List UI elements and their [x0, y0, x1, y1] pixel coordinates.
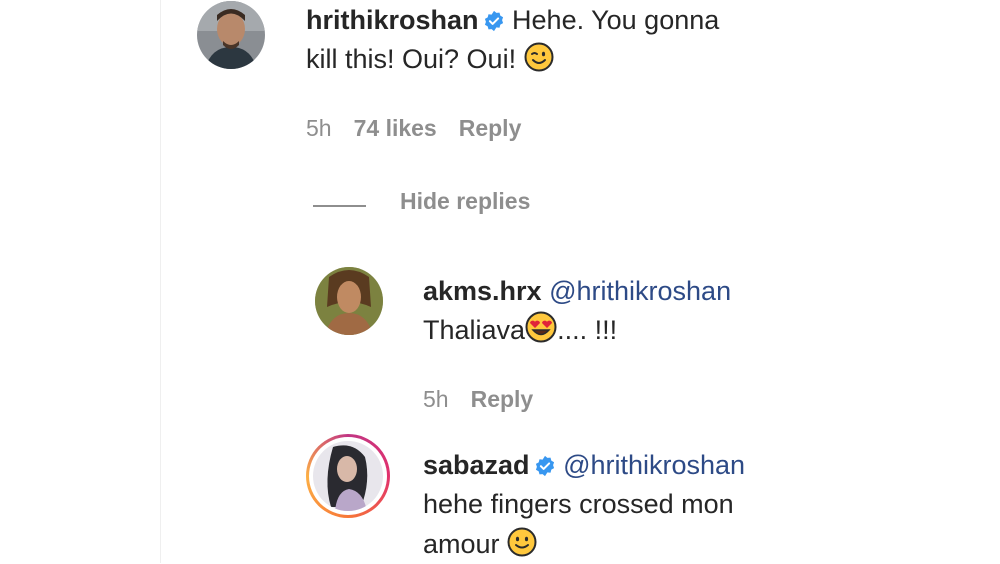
username[interactable]: sabazad: [423, 450, 530, 480]
story-ring[interactable]: [306, 434, 390, 518]
reply-text: Thaliava .... !!!: [423, 310, 617, 350]
reply-text-line: Thaliava: [423, 315, 526, 345]
verified-badge-icon: [484, 10, 503, 32]
comment-time[interactable]: 5h: [306, 115, 332, 141]
avatar[interactable]: [197, 1, 265, 69]
mention-link[interactable]: @hrithikroshan: [563, 450, 745, 480]
mention-link[interactable]: @hrithikroshan: [549, 276, 731, 306]
verified-badge-icon: [535, 455, 554, 477]
comment-time[interactable]: 5h: [423, 386, 449, 412]
username[interactable]: akms.hrx: [423, 276, 542, 306]
reply-text: akms.hrx @hrithikroshan: [423, 271, 731, 311]
heart-eyes-emoji-icon: [525, 311, 557, 343]
content-divider: [160, 0, 161, 563]
reply-button[interactable]: Reply: [459, 115, 522, 141]
wink-emoji-icon: [524, 42, 554, 72]
comment-meta: 5h 74 likes Reply: [306, 115, 521, 142]
comment-text: hrithikroshan Hehe. You gonna: [306, 0, 719, 40]
smile-emoji-icon: [507, 527, 537, 557]
reply-text-suffix: .... !!!: [557, 315, 618, 345]
reply-meta: 5h Reply: [423, 386, 533, 413]
reply-text: sabazad @hrithikroshan: [423, 445, 745, 485]
reply-text: hehe fingers crossed mon: [423, 484, 734, 524]
comment-text-line: Hehe. You gonna: [512, 5, 720, 35]
comment-text: kill this! Oui? Oui!: [306, 39, 554, 79]
reply-button[interactable]: Reply: [471, 386, 534, 412]
reply-text-line: amour: [423, 529, 500, 559]
likes-count[interactable]: 74 likes: [354, 115, 437, 141]
avatar[interactable]: [315, 267, 383, 335]
username[interactable]: hrithikroshan: [306, 5, 479, 35]
comment-text-line: kill this! Oui? Oui!: [306, 44, 517, 74]
reply-text: amour: [423, 524, 537, 564]
avatar[interactable]: [313, 441, 383, 511]
hide-replies-line: [313, 205, 366, 207]
hide-replies-button[interactable]: Hide replies: [400, 188, 530, 215]
reply-text-line: hehe fingers crossed mon: [423, 489, 734, 519]
